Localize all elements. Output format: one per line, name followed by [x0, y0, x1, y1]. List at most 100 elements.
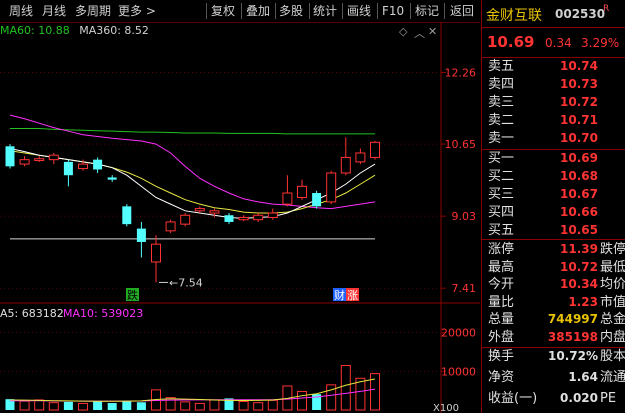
candle-body	[19, 159, 30, 165]
volume-bar	[209, 399, 220, 411]
vol-unit-label: X100	[433, 403, 459, 413]
toolbar-divider	[342, 3, 343, 19]
stat-row-extra-label: 内盘	[600, 329, 625, 345]
stat-row-label: 外盘	[488, 329, 515, 345]
candle-body	[370, 141, 380, 158]
stat-row-label: 总量	[488, 312, 515, 327]
stock-code: 002530	[555, 7, 606, 21]
bid-row-value: 10.66	[560, 205, 598, 219]
price-tick-label: 9.03	[452, 210, 477, 223]
vol-tick-label: 10000	[441, 365, 476, 378]
toolbar-divider	[241, 3, 242, 19]
stat2-row-value: 0.020	[560, 391, 598, 405]
stat2-row-label: 换手	[488, 349, 515, 364]
ask-row-label: 卖五	[488, 59, 515, 74]
low-label: ←7.54	[169, 276, 203, 289]
bid-row-label: 买四	[488, 205, 515, 220]
candle-body	[194, 208, 205, 212]
candle-body	[282, 192, 293, 205]
stat-row-extra-label: 总金	[600, 312, 625, 327]
price-tick-label: 10.65	[445, 138, 477, 151]
bid-row-label: 买三	[488, 187, 515, 202]
candle-body	[355, 152, 366, 163]
toolbar-mark[interactable]: 标记	[415, 0, 439, 22]
marker-label: 跌	[127, 288, 138, 302]
volume-bar	[136, 402, 146, 410]
volume-bar	[78, 402, 88, 411]
price-tick-label: 7.41	[452, 282, 477, 295]
stat-row-extra-label: 最低	[600, 259, 625, 275]
volume-bar	[253, 402, 264, 411]
ask-row-value: 10.73	[560, 77, 598, 91]
stat2-row-extra-label: PE	[600, 391, 617, 406]
volume-bar	[93, 401, 103, 410]
candle-body	[340, 156, 351, 174]
stat-row-value: 385198	[547, 329, 598, 344]
toolbar-f10[interactable]: F10	[382, 0, 404, 22]
volume-bar	[180, 401, 191, 411]
candle-body	[209, 210, 220, 214]
candle-body	[267, 212, 278, 218]
stat2-row-value: 1.64	[568, 370, 598, 384]
chart-toolbar: 周线 月线 多周期 更多 > 复权 叠加 多股 统计 画线 F10 标记 返回	[0, 0, 480, 23]
vol-ma10-label: MA10: 539023	[63, 307, 143, 320]
kline-chart[interactable]: 12.26 10.65 9.03 7.41 ←7.54 跌 财涨 A5: 683182 MA10…	[0, 22, 480, 413]
candle-body	[34, 158, 45, 162]
ask-row-label: 卖三	[488, 95, 515, 110]
bid-row-label: 买五	[488, 223, 515, 238]
volume-bar	[63, 401, 73, 410]
candle-body	[93, 159, 103, 170]
panel-divider	[482, 27, 625, 28]
stat-row-label: 最高	[488, 259, 515, 275]
toolbar-adjust[interactable]: 复权	[211, 0, 235, 22]
toolbar-weekly[interactable]: 周线	[9, 0, 33, 22]
toolbar-stats[interactable]: 统计	[313, 0, 337, 22]
bid-row-label: 买一	[488, 151, 515, 166]
marker-label: 财	[334, 288, 345, 302]
volume-bar	[19, 400, 30, 411]
candle-body	[238, 216, 249, 221]
price-tick-label: 12.26	[445, 66, 477, 79]
bid-row-value: 10.67	[560, 187, 598, 201]
stat-row-value: 11.39	[560, 242, 598, 256]
toolbar-multi-stock[interactable]: 多股	[279, 0, 303, 22]
vol-ma5-label: A5: 683182	[0, 307, 64, 320]
stat-row-extra-label: 均价	[600, 277, 625, 292]
candle-body	[136, 228, 146, 242]
stat-row-value: 744997	[547, 312, 598, 326]
candle-body	[253, 214, 264, 221]
toolbar-divider	[206, 3, 207, 19]
toolbar-divider	[377, 3, 378, 19]
toolbar-more[interactable]: 更多 >	[118, 0, 156, 22]
stat-row-label: 涨停	[488, 242, 515, 257]
candle-body	[224, 215, 234, 222]
stat2-row-extra-label: 股本	[600, 349, 625, 364]
candle-body	[63, 161, 73, 176]
bid-row-value: 10.69	[560, 151, 598, 165]
stat-row-extra-label: 跌停	[600, 242, 625, 257]
stock-badge: R	[603, 4, 610, 14]
candle-body	[151, 243, 161, 263]
stat-row-label: 今开	[488, 277, 515, 292]
ask-row-label: 卖二	[488, 113, 515, 128]
toolbar-draw[interactable]: 画线	[347, 0, 371, 22]
volume-bar	[194, 402, 205, 411]
ask-row-value: 10.71	[560, 113, 598, 127]
candle-body	[180, 214, 191, 225]
volume-bar	[107, 403, 117, 410]
volume-bar	[122, 400, 132, 410]
ask-row-label: 卖一	[488, 131, 515, 146]
toolbar-monthly[interactable]: 月线	[42, 0, 66, 22]
stat-row-value: 10.34	[560, 277, 598, 291]
toolbar-overlay[interactable]: 叠加	[246, 0, 270, 22]
toolbar-divider	[275, 3, 276, 19]
toolbar-back[interactable]: 返回	[450, 0, 474, 22]
volume-bar	[238, 400, 249, 411]
stat-row-label: 量比	[488, 294, 515, 310]
stat-row-extra-label: 市值	[600, 294, 625, 310]
candle-body	[48, 154, 59, 161]
toolbar-multi-period[interactable]: 多周期	[75, 0, 111, 22]
volume-bar	[165, 397, 176, 411]
ask-row-value: 10.72	[560, 95, 598, 109]
quote-panel: 金财互联 002530 R 10.69 0.34 3.29% 卖五 10.74 卖四…	[481, 0, 625, 413]
